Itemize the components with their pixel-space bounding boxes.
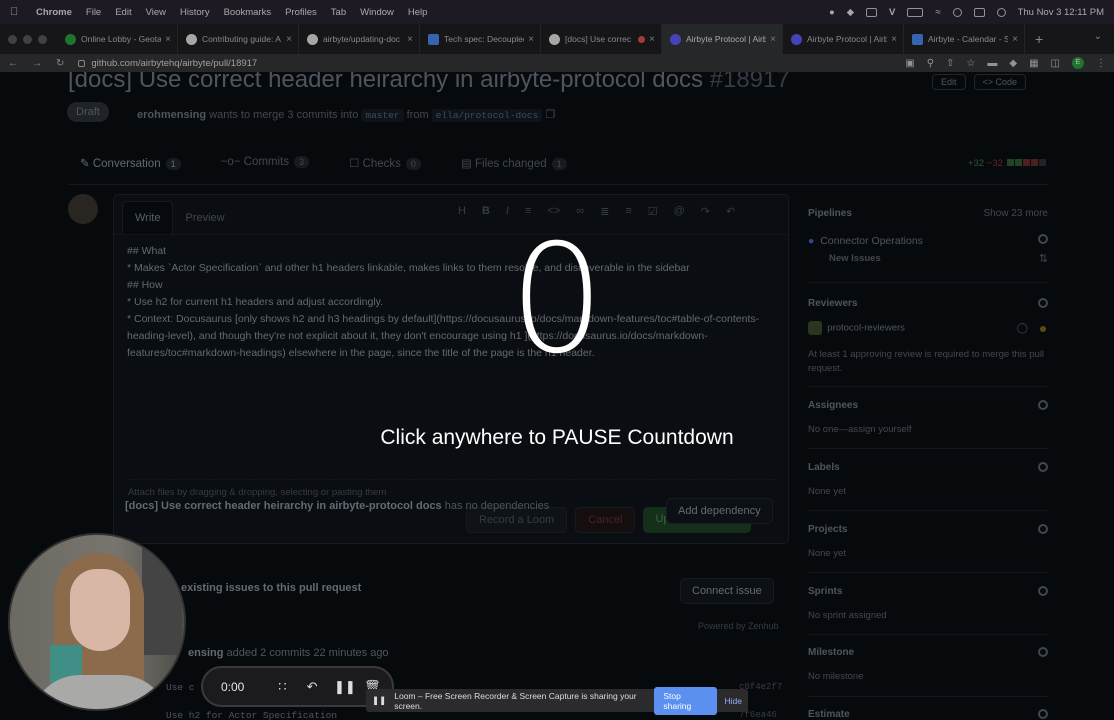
recording-timer: 0:00	[221, 679, 245, 694]
pause-countdown-message: Click anywhere to PAUSE Countdown	[380, 426, 734, 449]
drawing-grid-icon[interactable]: ∷	[274, 679, 290, 695]
webcam-bubble[interactable]	[8, 533, 186, 711]
sharing-message: Loom – Free Screen Recorder & Screen Cap…	[394, 690, 637, 711]
stop-sharing-button[interactable]: Stop sharing	[654, 686, 717, 715]
screen-sharing-bar: ❚❚ Loom – Free Screen Recorder & Screen …	[366, 686, 748, 715]
pause-icon[interactable]: ❚❚	[334, 679, 356, 695]
restart-icon[interactable]: ↶	[304, 679, 320, 695]
hide-button[interactable]: Hide	[725, 696, 742, 706]
pause-indicator-icon: ❚❚	[372, 695, 387, 705]
countdown-number: 0	[509, 213, 605, 387]
